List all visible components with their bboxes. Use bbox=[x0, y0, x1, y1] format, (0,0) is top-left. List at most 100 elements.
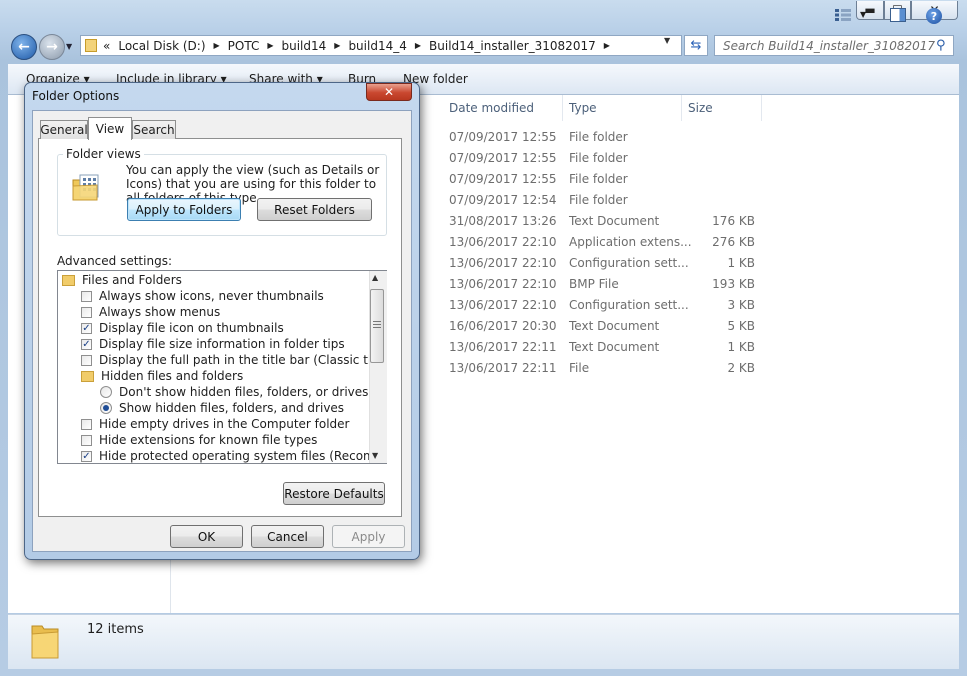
file-type-cell: Configuration sett... bbox=[569, 256, 689, 270]
setting-radio-item[interactable]: Show hidden files, folders, and drives bbox=[100, 400, 344, 416]
checkbox[interactable] bbox=[81, 418, 92, 430]
checkbox[interactable] bbox=[81, 290, 92, 302]
radio-selected[interactable] bbox=[100, 402, 112, 414]
checkbox[interactable] bbox=[81, 306, 92, 318]
setting-check-item[interactable]: Hide empty drives in the Computer folder bbox=[81, 416, 349, 432]
scroll-up-icon[interactable]: ▲ bbox=[372, 273, 378, 282]
file-size-cell: 5 KB bbox=[727, 319, 755, 333]
setting-label: Always show menus bbox=[99, 305, 221, 319]
setting-label: Files and Folders bbox=[82, 273, 182, 287]
file-size-cell: 1 KB bbox=[727, 340, 755, 354]
change-view-icon[interactable] bbox=[835, 9, 851, 21]
file-date-cell: 13/06/2017 22:11 bbox=[449, 340, 557, 354]
setting-check-item[interactable]: Always show menus bbox=[81, 304, 220, 320]
recent-pages-button[interactable]: ▼ bbox=[66, 42, 72, 51]
folder-views-icon bbox=[72, 174, 99, 201]
refresh-icon: ⇆ bbox=[690, 38, 702, 53]
forward-button[interactable]: → bbox=[39, 34, 65, 60]
cancel-button[interactable]: Cancel bbox=[251, 525, 324, 548]
address-bar[interactable]: « Local Disk (D:) ▶ POTC ▶ build14 ▶ bui… bbox=[80, 35, 682, 56]
file-date-cell: 31/08/2017 13:26 bbox=[449, 214, 557, 228]
checkbox[interactable] bbox=[81, 434, 92, 446]
search-input[interactable]: Search Build14_installer_31082017 bbox=[714, 35, 954, 56]
file-size-cell: 193 KB bbox=[712, 277, 755, 291]
setting-label: Show hidden files, folders, and drives bbox=[119, 401, 345, 415]
setting-label: Hide extensions for known file types bbox=[99, 433, 318, 447]
checkbox-checked[interactable]: ✓ bbox=[81, 338, 92, 350]
views-dropdown-icon[interactable]: ▼ bbox=[860, 10, 866, 19]
advanced-settings-list[interactable]: Files and Folders Always show icons, neve… bbox=[57, 270, 387, 464]
setting-label: Always show icons, never thumbnails bbox=[99, 289, 324, 303]
file-type-cell: File folder bbox=[569, 151, 628, 165]
search-icon[interactable]: ⚲ bbox=[936, 38, 946, 53]
chevron-right-icon[interactable]: ▶ bbox=[214, 41, 220, 50]
file-type-cell: File folder bbox=[569, 172, 628, 186]
breadcrumb-build14-4[interactable]: build14_4 bbox=[348, 39, 406, 53]
column-header-type[interactable]: Type bbox=[563, 95, 682, 121]
file-type-cell: BMP File bbox=[569, 277, 619, 291]
checkbox-checked[interactable]: ✓ bbox=[81, 450, 92, 462]
reset-folders-button[interactable]: Reset Folders bbox=[257, 198, 372, 221]
tab-general[interactable]: General bbox=[40, 120, 88, 139]
tab-search[interactable]: Search bbox=[132, 120, 176, 139]
help-icon[interactable]: ? bbox=[926, 8, 942, 24]
file-date-cell: 07/09/2017 12:55 bbox=[449, 130, 557, 144]
file-date-cell: 13/06/2017 22:11 bbox=[449, 361, 557, 375]
setting-check-item[interactable]: ✓ Hide protected operating system files (… bbox=[81, 448, 386, 463]
advanced-settings-label: Advanced settings: bbox=[57, 254, 172, 268]
checkbox-checked[interactable]: ✓ bbox=[81, 322, 92, 334]
file-type-cell: File bbox=[569, 361, 590, 375]
setting-folder-item: Hidden files and folders bbox=[81, 368, 243, 384]
arrow-right-icon: → bbox=[46, 39, 58, 55]
back-button[interactable]: ← bbox=[11, 34, 37, 60]
item-count: 12 items bbox=[87, 622, 144, 637]
chevron-right-icon[interactable]: ▶ bbox=[334, 41, 340, 50]
checkbox[interactable] bbox=[81, 354, 92, 366]
setting-radio-item[interactable]: Don't show hidden files, folders, or dri… bbox=[100, 384, 368, 400]
status-bar bbox=[8, 614, 959, 669]
apply-to-folders-button[interactable]: Apply to Folders bbox=[127, 198, 241, 221]
apply-button[interactable]: Apply bbox=[332, 525, 405, 548]
file-type-cell: File folder bbox=[569, 193, 628, 207]
file-type-cell: Text Document bbox=[569, 340, 660, 354]
file-size-cell: 3 KB bbox=[727, 298, 755, 312]
folder-icon bbox=[81, 370, 94, 382]
file-size-cell: 276 KB bbox=[712, 235, 755, 249]
chevron-right-icon[interactable]: ▶ bbox=[604, 41, 610, 50]
preview-pane-icon[interactable] bbox=[890, 8, 906, 22]
dialog-close-button[interactable]: ✕ bbox=[366, 83, 412, 101]
breadcrumb-local-disk[interactable]: Local Disk (D:) bbox=[118, 39, 205, 53]
breadcrumb-installer[interactable]: Build14_installer_31082017 bbox=[429, 39, 596, 53]
radio[interactable] bbox=[100, 386, 112, 398]
file-size-cell: 176 KB bbox=[712, 214, 755, 228]
breadcrumb-overflow[interactable]: « bbox=[103, 39, 110, 53]
column-header-size[interactable]: Size bbox=[682, 95, 762, 121]
breadcrumb-potc[interactable]: POTC bbox=[228, 39, 260, 53]
breadcrumb-build14[interactable]: build14 bbox=[282, 39, 327, 53]
arrow-left-icon: ← bbox=[18, 39, 30, 55]
chevron-right-icon[interactable]: ▶ bbox=[415, 41, 421, 50]
setting-check-item[interactable]: Display the full path in the title bar (… bbox=[81, 352, 386, 368]
restore-defaults-button[interactable]: Restore Defaults bbox=[283, 482, 385, 505]
folder-views-label: Folder views bbox=[63, 147, 144, 161]
address-dropdown-icon[interactable]: ▼ bbox=[664, 36, 670, 45]
setting-check-item[interactable]: ✓ Display file size information in folder… bbox=[81, 336, 345, 352]
setting-folder-item: Files and Folders bbox=[62, 272, 182, 288]
folder-icon bbox=[31, 625, 59, 659]
setting-check-item[interactable]: Hide extensions for known file types bbox=[81, 432, 317, 448]
setting-check-item[interactable]: ✓ Display file icon on thumbnails bbox=[81, 320, 284, 336]
ok-button[interactable]: OK bbox=[170, 525, 243, 548]
tab-view[interactable]: View bbox=[88, 117, 132, 140]
file-date-cell: 07/09/2017 12:55 bbox=[449, 172, 557, 186]
setting-label: Hide empty drives in the Computer folder bbox=[99, 417, 350, 431]
setting-check-item[interactable]: Always show icons, never thumbnails bbox=[81, 288, 324, 304]
column-header-date[interactable]: Date modified bbox=[443, 95, 563, 121]
file-type-cell: Text Document bbox=[569, 319, 660, 333]
chevron-right-icon[interactable]: ▶ bbox=[267, 41, 273, 50]
menu-bar bbox=[8, 16, 348, 30]
refresh-button[interactable]: ⇆ bbox=[684, 35, 708, 56]
folder-icon bbox=[85, 39, 97, 52]
scroll-down-icon[interactable]: ▼ bbox=[372, 451, 378, 460]
file-date-cell: 13/06/2017 22:10 bbox=[449, 277, 557, 291]
file-date-cell: 13/06/2017 22:10 bbox=[449, 256, 557, 270]
